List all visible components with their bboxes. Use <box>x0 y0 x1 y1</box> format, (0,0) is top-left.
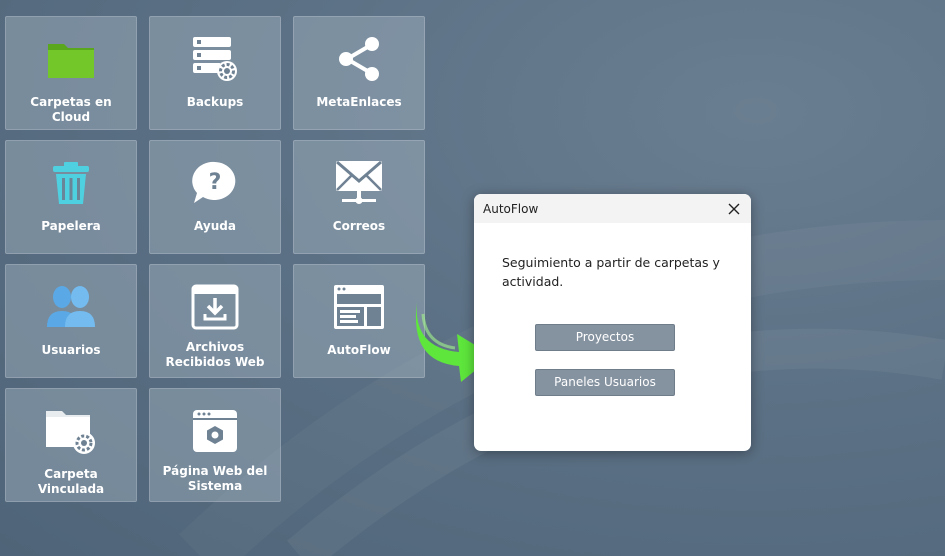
tile-label: Carpetas en Cloud <box>30 95 112 124</box>
paneles-usuarios-button[interactable]: Paneles Usuarios <box>535 369 675 396</box>
tile-label: Ayuda <box>194 219 236 233</box>
dialog-title: AutoFlow <box>483 201 539 216</box>
tile-label: MetaEnlaces <box>316 95 402 109</box>
tile-label: AutoFlow <box>327 343 391 357</box>
tile-label: Papelera <box>41 219 101 233</box>
download-box-icon <box>190 283 240 331</box>
help-icon: ? <box>191 159 239 207</box>
background-swirl <box>179 220 945 556</box>
share-icon <box>335 35 383 83</box>
tile-correos[interactable]: Correos <box>293 140 425 254</box>
tile-label: Usuarios <box>41 343 101 357</box>
users-icon <box>45 283 97 331</box>
tile-archivos-recibidos-web[interactable]: Archivos Recibidos Web <box>149 264 281 378</box>
layout-window-icon <box>333 283 385 331</box>
folder-icon <box>46 35 96 83</box>
mail-icon <box>334 159 384 207</box>
tile-ayuda[interactable]: ? Ayuda <box>149 140 281 254</box>
web-settings-icon <box>190 407 240 455</box>
tile-label: Carpeta Vinculada <box>37 467 105 496</box>
tile-pagina-web-del-sistema[interactable]: Página Web del Sistema <box>149 388 281 502</box>
dialog-message: Seguimiento a partir de carpetas y activ… <box>502 255 720 289</box>
close-icon[interactable] <box>725 200 743 218</box>
tile-carpetas-en-cloud[interactable]: Carpetas en Cloud <box>5 16 137 130</box>
svg-text:?: ? <box>209 170 222 195</box>
dialog-titlebar: AutoFlow <box>474 194 751 223</box>
tile-label: Página Web del Sistema <box>162 464 268 493</box>
tile-label: Correos <box>332 219 386 233</box>
tile-label: Backups <box>186 95 244 109</box>
autoflow-dialog: AutoFlow Seguimiento a partir de carpeta… <box>474 194 751 451</box>
linked-folder-icon <box>44 407 98 455</box>
tile-carpeta-vinculada[interactable]: Carpeta Vinculada <box>5 388 137 502</box>
tile-label: Archivos Recibidos Web <box>165 340 265 369</box>
trash-icon <box>50 159 92 207</box>
tile-metaenlaces[interactable]: MetaEnlaces <box>293 16 425 130</box>
proyectos-button[interactable]: Proyectos <box>535 324 675 351</box>
tile-backups[interactable]: Backups <box>149 16 281 130</box>
tile-papelera[interactable]: Papelera <box>5 140 137 254</box>
backup-server-icon <box>189 35 241 83</box>
tile-usuarios[interactable]: Usuarios <box>5 264 137 378</box>
